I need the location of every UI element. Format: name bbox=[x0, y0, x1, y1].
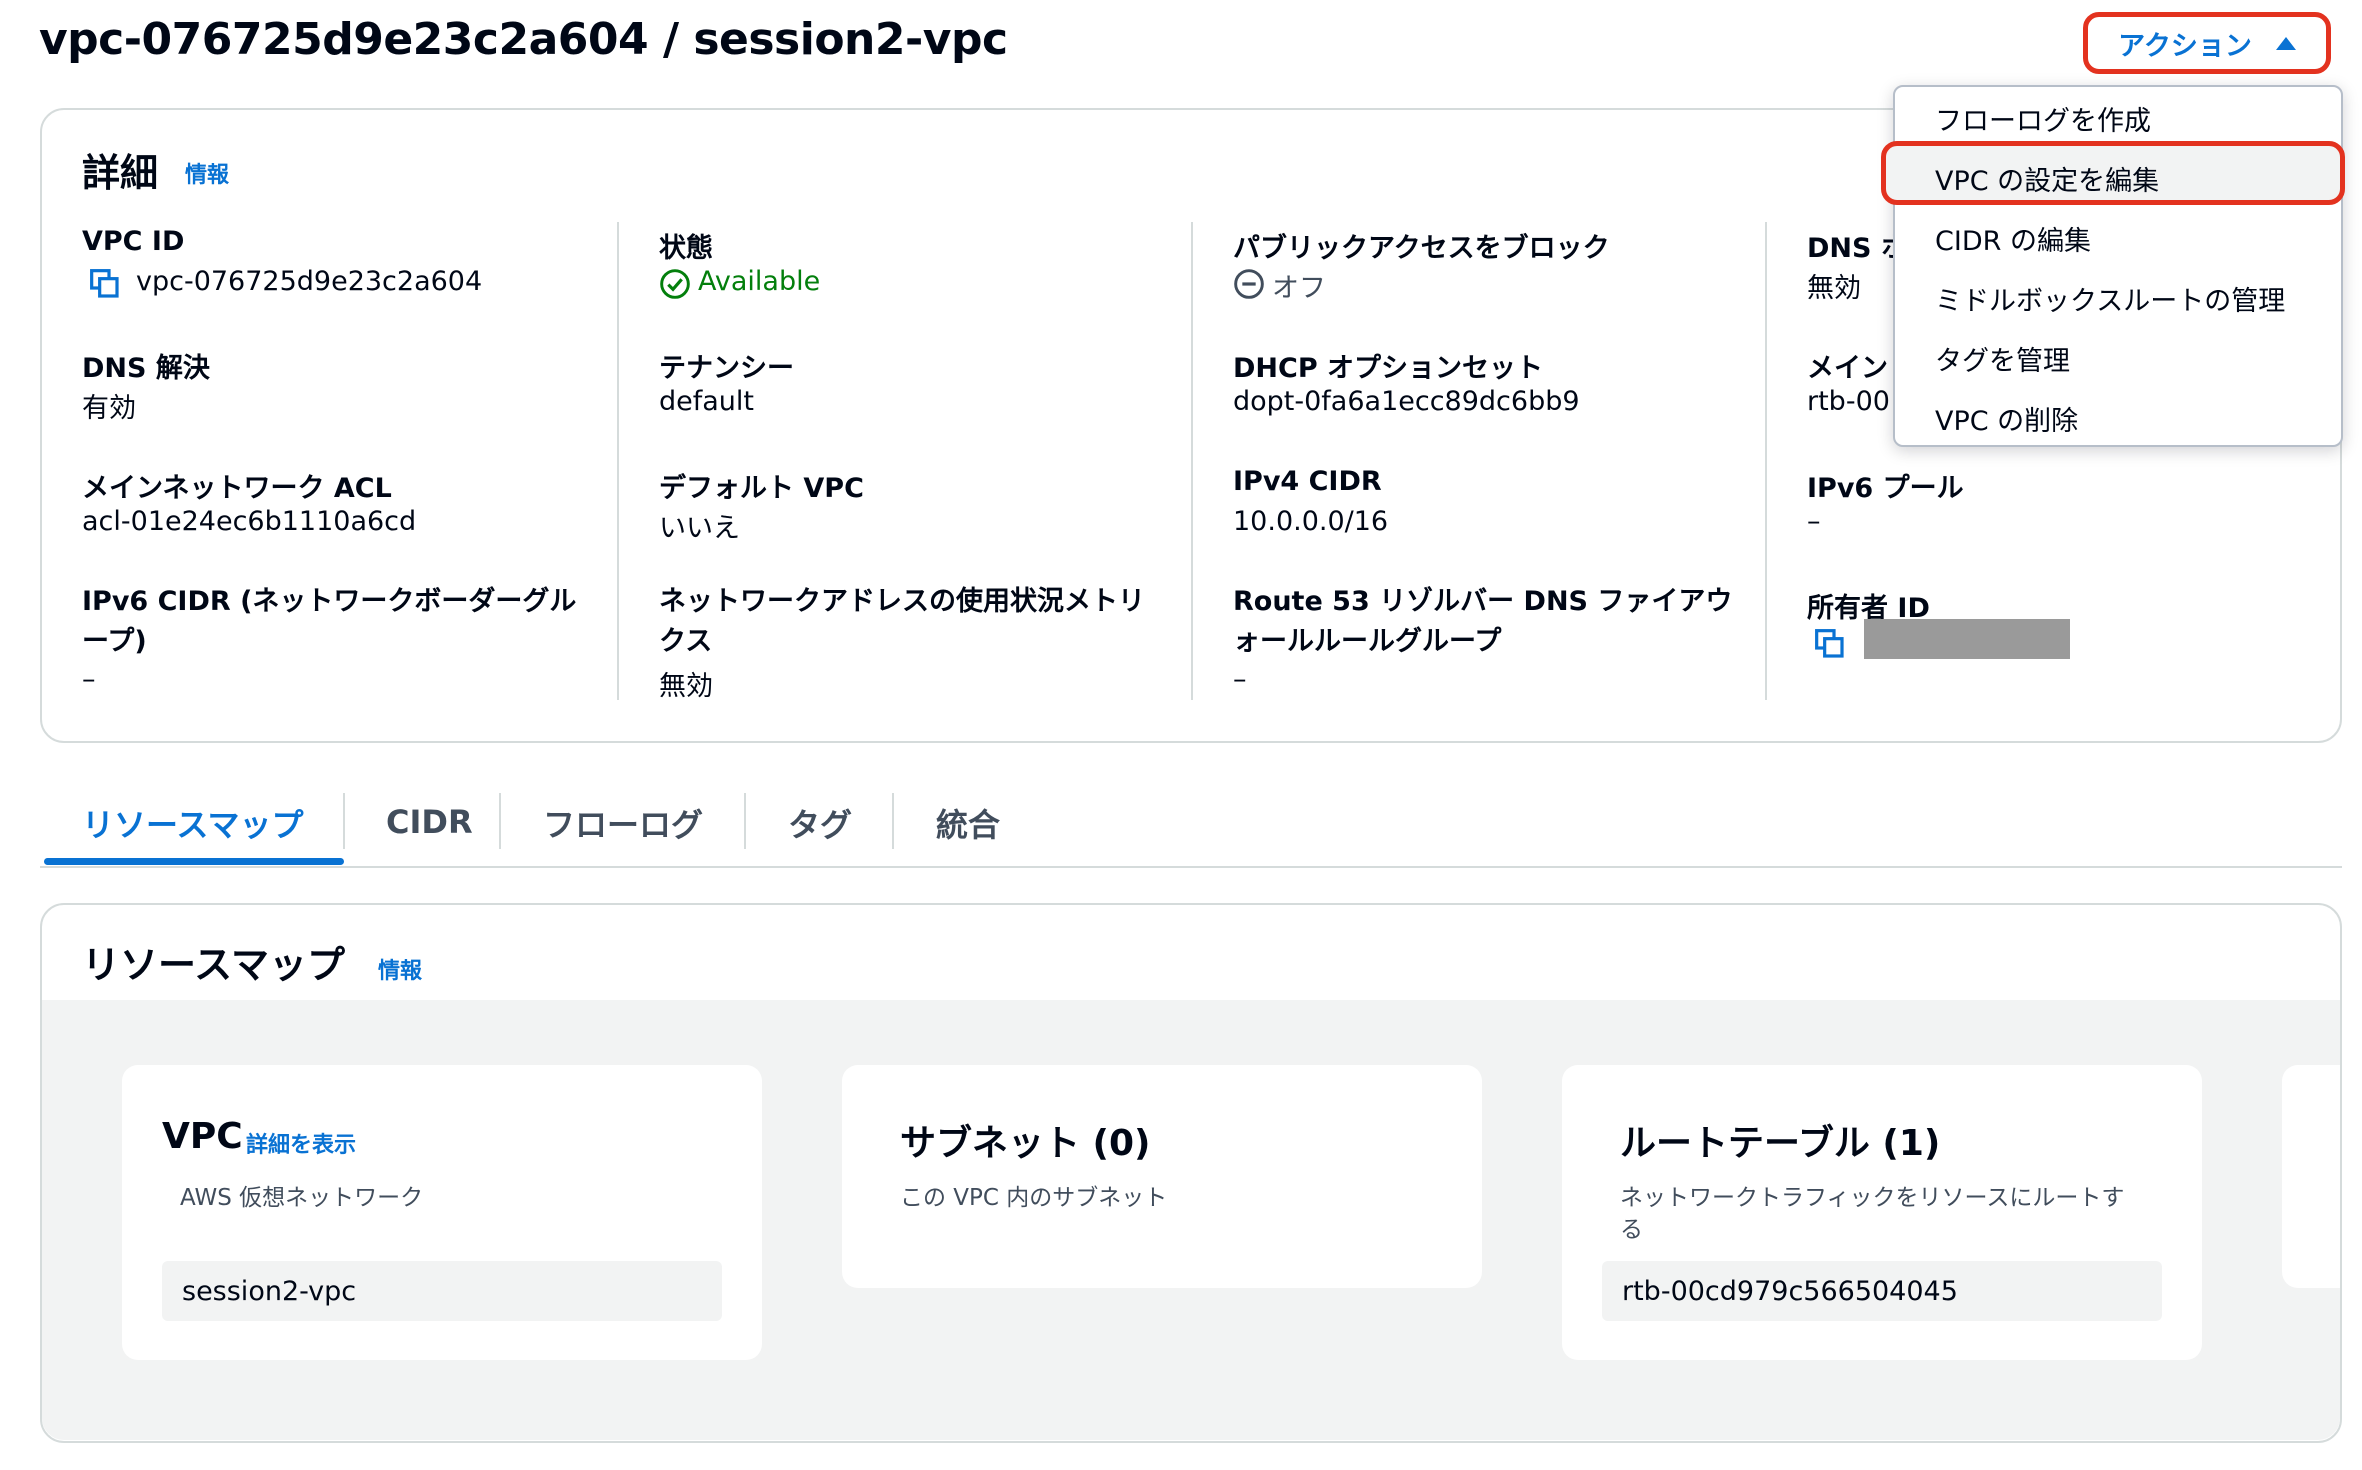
details-title: 詳細 bbox=[82, 151, 159, 195]
vpc-card-description: AWS 仮想ネットワーク bbox=[180, 1185, 424, 1211]
actions-menu: フローログを作成 VPC の設定を編集 CIDR の編集 ミドルボックスルートの… bbox=[1881, 85, 2345, 447]
subnets-resource-card bbox=[842, 1065, 1482, 1288]
column-divider bbox=[1191, 222, 1193, 700]
copy-icon[interactable] bbox=[1814, 628, 1846, 660]
menu-item-edit-vpc-settings[interactable]: VPC の設定を編集 bbox=[1935, 159, 2159, 198]
main-route-table-link[interactable]: rtb-00 bbox=[1807, 386, 1890, 417]
route-table-chip[interactable]: rtb-00cd979c566504045 bbox=[1602, 1261, 2162, 1321]
address-usage-metrics-label: ネットワークアドレスの使用状況メトリクス bbox=[659, 586, 1145, 657]
tab-resource-map[interactable]: リソースマップ bbox=[82, 800, 303, 846]
tenancy-value: default bbox=[659, 386, 755, 417]
route-tables-card-title: ルートテーブル (1) bbox=[1620, 1123, 1941, 1164]
vpc-id-label: VPC ID bbox=[82, 226, 185, 257]
default-vpc-label: デフォルト VPC bbox=[659, 473, 864, 504]
resource-card-partial bbox=[2282, 1065, 2340, 1288]
block-public-access-value: オフ bbox=[1272, 273, 1326, 304]
route53-resolver-firewall-label: Route 53 リゾルバー DNS ファイアウォールルールグループ bbox=[1233, 586, 1733, 657]
tab-tags[interactable]: タグ bbox=[788, 800, 852, 846]
check-circle-icon bbox=[660, 269, 690, 299]
tab-separator bbox=[499, 793, 501, 849]
dns-resolution-value: 有効 bbox=[82, 393, 136, 424]
main-route-table-label: メイン bbox=[1807, 353, 1888, 384]
tenancy-label: テナンシー bbox=[659, 353, 794, 384]
owner-id-redacted bbox=[1864, 619, 2070, 659]
default-vpc-value: いいえ bbox=[659, 513, 740, 544]
ipv4-cidr-value: 10.0.0.0/16 bbox=[1233, 506, 1389, 537]
column-divider bbox=[1765, 222, 1767, 700]
tab-separator bbox=[744, 793, 746, 849]
menu-item-manage-tags[interactable]: タグを管理 bbox=[1935, 339, 2070, 378]
actions-button-label: アクション bbox=[2118, 30, 2252, 62]
ipv6-pool-label: IPv6 プール bbox=[1807, 473, 1964, 504]
menu-item-edit-cidr[interactable]: CIDR の編集 bbox=[1935, 219, 2091, 258]
subnets-card-title: サブネット (0) bbox=[900, 1123, 1151, 1164]
copy-icon[interactable] bbox=[89, 268, 121, 300]
tab-separator bbox=[343, 793, 345, 849]
ipv4-cidr-label: IPv4 CIDR bbox=[1233, 466, 1382, 497]
vpc-view-details-link[interactable]: 詳細を表示 bbox=[246, 1127, 356, 1159]
page-title: vpc-076725d9e23c2a604 / session2-vpc bbox=[39, 14, 1008, 65]
subnets-card-description: この VPC 内のサブネット bbox=[900, 1185, 1168, 1211]
menu-item-manage-middlebox-routes[interactable]: ミドルボックスルートの管理 bbox=[1935, 279, 2285, 318]
dhcp-option-set-label: DHCP オプションセット bbox=[1233, 353, 1544, 384]
tabs-baseline bbox=[40, 866, 2342, 868]
state-value: Available bbox=[698, 266, 821, 297]
route53-resolver-firewall-value: – bbox=[1233, 664, 1247, 695]
menu-item-delete-vpc[interactable]: VPC の削除 bbox=[1935, 399, 2078, 438]
block-public-access-label: パブリックアクセスをブロック bbox=[1233, 233, 1610, 264]
ipv6-cidr-value: – bbox=[82, 664, 96, 695]
vpc-chip[interactable]: session2-vpc bbox=[162, 1261, 722, 1321]
resource-map-title: リソースマップ bbox=[82, 943, 345, 987]
actions-button[interactable]: アクション bbox=[2083, 12, 2331, 74]
main-network-acl-link[interactable]: acl-01e24ec6b1110a6cd bbox=[82, 506, 416, 537]
vpc-id-value: vpc-076725d9e23c2a604 bbox=[136, 266, 483, 297]
tab-cidr[interactable]: CIDR bbox=[386, 803, 473, 841]
dns-hostnames-value: 無効 bbox=[1807, 273, 1861, 304]
caret-up-icon bbox=[2275, 36, 2296, 50]
tab-integrations[interactable]: 統合 bbox=[936, 800, 1000, 846]
main-network-acl-label: メインネットワーク ACL bbox=[82, 473, 392, 504]
tab-flow-logs[interactable]: フローログ bbox=[543, 800, 703, 846]
state-label: 状態 bbox=[659, 233, 713, 264]
ipv6-pool-value: – bbox=[1807, 506, 1821, 537]
resource-map-info-link[interactable]: 情報 bbox=[378, 953, 422, 985]
menu-item-create-flow-log[interactable]: フローログを作成 bbox=[1935, 99, 2151, 138]
vpc-card-title: VPC bbox=[162, 1116, 243, 1157]
dhcp-option-set-link[interactable]: dopt-0fa6a1ecc89dc6bb9 bbox=[1233, 386, 1580, 417]
ipv6-cidr-label: IPv6 CIDR (ネットワークボーダーグループ) bbox=[82, 586, 577, 657]
tab-separator bbox=[892, 793, 894, 849]
column-divider bbox=[617, 222, 619, 700]
route-tables-card-description: ネットワークトラフィックをリソースにルートする bbox=[1620, 1185, 2125, 1243]
address-usage-metrics-value: 無効 bbox=[659, 671, 713, 702]
dns-resolution-label: DNS 解決 bbox=[82, 353, 210, 384]
details-info-link[interactable]: 情報 bbox=[185, 157, 229, 189]
off-circle-icon bbox=[1234, 269, 1264, 299]
active-tab-indicator bbox=[44, 858, 344, 865]
